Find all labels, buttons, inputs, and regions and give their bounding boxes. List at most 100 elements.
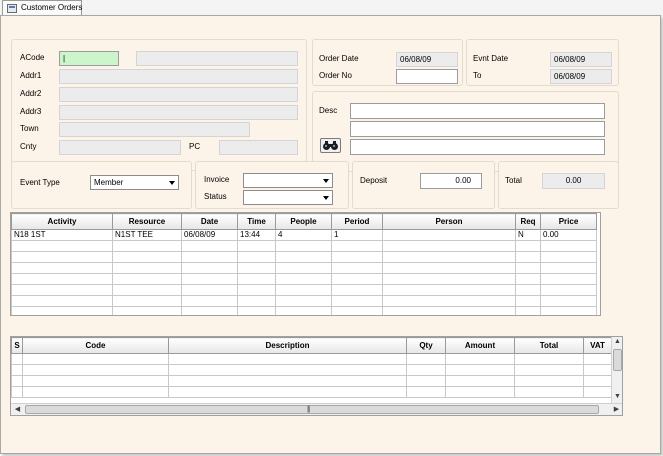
desc-line2-input[interactable] — [350, 121, 605, 137]
addr2-label: Addr2 — [20, 89, 42, 98]
pc-label: PC — [189, 142, 201, 151]
addr2-field — [59, 87, 298, 102]
addr1-field — [59, 69, 298, 84]
cell-activity[interactable]: N18 1ST — [11, 229, 113, 241]
cnty-label: Cnty — [20, 142, 37, 151]
table-row[interactable] — [11, 240, 597, 252]
order-no-label: Order No — [319, 71, 352, 80]
scroll-down-icon[interactable]: ▼ — [612, 393, 622, 401]
cell-time[interactable]: 13:44 — [237, 229, 276, 241]
table-row[interactable] — [11, 284, 597, 296]
table-row[interactable] — [11, 353, 612, 365]
evnt-date-field: 06/08/09 — [550, 52, 612, 67]
grip-icon: ||| — [307, 406, 311, 413]
desc-label: Desc — [319, 106, 338, 115]
items-header-row: S Code Description Qty Amount Total VAT — [11, 337, 612, 354]
lookup-button[interactable] — [320, 138, 341, 153]
table-row[interactable]: N18 1ST N1ST TEE 06/08/09 13:44 4 1 N 0.… — [11, 229, 597, 241]
items-horizontal-scrollbar[interactable]: ◀ ||| ▶ — [11, 403, 622, 415]
cell-req[interactable]: N — [515, 229, 541, 241]
customer-address-group: ACode | Addr1 Addr2 Addr3 Town Cnty PC — [11, 39, 307, 171]
tab-customer-orders[interactable]: Customer Orders — [2, 0, 82, 16]
column-header-activity[interactable]: Activity — [11, 213, 113, 230]
customer-orders-form: ACode | Addr1 Addr2 Addr3 Town Cnty PC O… — [0, 15, 661, 454]
table-row[interactable] — [11, 251, 597, 263]
column-header-total[interactable]: Total — [514, 337, 584, 354]
binoculars-icon — [323, 141, 338, 150]
acode-input[interactable]: | — [59, 51, 119, 66]
column-header-description[interactable]: Description — [168, 337, 407, 354]
column-header-code[interactable]: Code — [22, 337, 169, 354]
evnt-date-label: Evnt Date — [473, 54, 509, 63]
table-row[interactable] — [11, 273, 597, 285]
column-header-qty[interactable]: Qty — [406, 337, 446, 354]
horizontal-scroll-thumb[interactable]: ||| — [25, 405, 599, 414]
table-row[interactable] — [11, 295, 597, 307]
addr3-label: Addr3 — [20, 107, 42, 116]
table-row[interactable] — [11, 306, 597, 315]
activity-header-row: Activity Resource Date Time People Perio… — [11, 213, 597, 230]
column-header-time[interactable]: Time — [237, 213, 276, 230]
description-group: Desc — [312, 91, 619, 172]
scroll-left-icon[interactable]: ◀ — [13, 406, 22, 414]
cell-period[interactable]: 1 — [331, 229, 383, 241]
desc-line3-input[interactable] — [350, 139, 605, 155]
vertical-scroll-thumb[interactable] — [613, 349, 622, 371]
addr3-field — [59, 105, 298, 120]
desc-line1-input[interactable] — [350, 103, 605, 119]
tab-strip: Customer Orders — [0, 0, 663, 16]
order-group: Order Date 06/08/09 Order No — [312, 39, 463, 86]
items-grid[interactable]: S Code Description Qty Amount Total VAT … — [10, 336, 623, 416]
column-header-amount[interactable]: Amount — [445, 337, 515, 354]
scroll-up-icon[interactable]: ▲ — [612, 338, 622, 346]
column-header-vat[interactable]: VAT — [583, 337, 612, 354]
to-label: To — [473, 71, 482, 80]
column-header-req[interactable]: Req — [515, 213, 541, 230]
column-header-resource[interactable]: Resource — [112, 213, 182, 230]
table-row[interactable] — [11, 262, 597, 274]
table-row[interactable] — [11, 375, 612, 387]
status-label: Status — [204, 192, 227, 201]
activity-grid[interactable]: Activity Resource Date Time People Perio… — [10, 212, 601, 316]
cell-resource[interactable]: N1ST TEE — [112, 229, 182, 241]
order-no-input[interactable] — [396, 69, 458, 84]
deposit-input[interactable]: 0.00 — [420, 173, 482, 189]
status-select[interactable] — [243, 190, 333, 205]
town-label: Town — [20, 124, 39, 133]
table-row[interactable] — [11, 386, 612, 398]
addr1-label: Addr1 — [20, 71, 42, 80]
invoice-select[interactable] — [243, 173, 333, 188]
form-icon — [7, 4, 17, 13]
cell-price[interactable]: 0.00 — [540, 229, 597, 241]
customer-name-field — [136, 51, 298, 66]
column-header-person[interactable]: Person — [382, 213, 516, 230]
column-header-date[interactable]: Date — [181, 213, 238, 230]
event-type-value: Member — [94, 178, 124, 187]
to-date-field: 06/08/09 — [550, 69, 612, 84]
cell-people[interactable]: 4 — [275, 229, 332, 241]
cell-date[interactable]: 06/08/09 — [181, 229, 238, 241]
invoice-status-group: Invoice Status — [195, 161, 349, 209]
column-header-people[interactable]: People — [275, 213, 332, 230]
column-header-price[interactable]: Price — [540, 213, 597, 230]
tab-title: Customer Orders — [21, 3, 83, 12]
cell-person[interactable] — [382, 229, 516, 241]
acode-label: ACode — [20, 53, 45, 62]
invoice-label: Invoice — [204, 175, 230, 184]
items-table: S Code Description Qty Amount Total VAT — [11, 337, 612, 398]
total-label: Total — [505, 176, 522, 185]
deposit-label: Deposit — [360, 176, 388, 185]
order-date-field: 06/08/09 — [396, 52, 458, 67]
table-row[interactable] — [11, 364, 612, 376]
items-vertical-scrollbar[interactable]: ▲ ▼ — [611, 337, 622, 403]
chevron-down-icon — [323, 196, 329, 200]
event-type-group: Event Type Member — [11, 161, 192, 209]
pc-field — [219, 140, 298, 155]
scroll-right-icon[interactable]: ▶ — [612, 406, 621, 414]
activity-table: Activity Resource Date Time People Perio… — [11, 213, 597, 315]
town-field — [59, 122, 250, 137]
column-header-period[interactable]: Period — [331, 213, 383, 230]
total-group: Total 0.00 — [498, 161, 619, 209]
column-header-s[interactable]: S — [11, 337, 23, 354]
event-type-select[interactable]: Member — [90, 175, 179, 190]
